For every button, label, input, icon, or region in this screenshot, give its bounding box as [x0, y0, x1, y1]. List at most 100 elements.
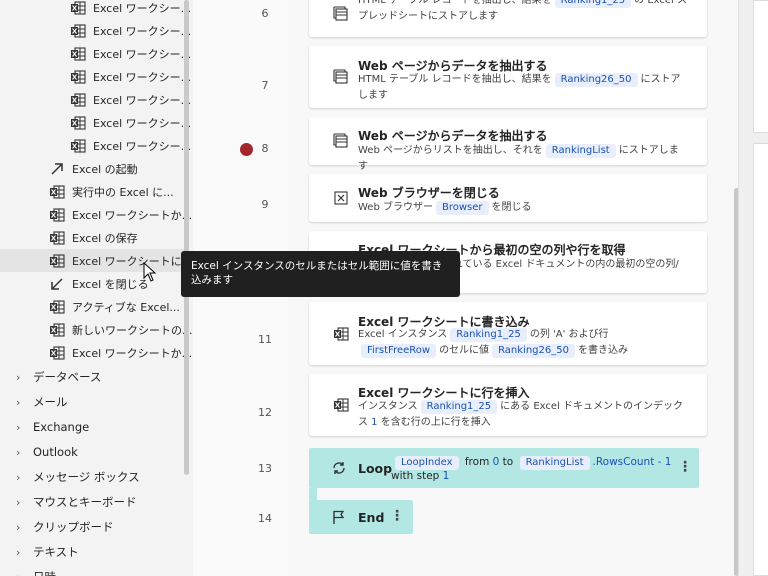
action-item[interactable]: Excel ワークシー... [0, 111, 191, 134]
description-text: を含む行の上に行を挿入 [380, 417, 491, 428]
variable-pill[interactable]: Ranking1_25 [420, 400, 498, 414]
literal-value: 1 [368, 417, 381, 428]
loop-var-pill[interactable]: LoopIndex [395, 456, 459, 470]
action-item[interactable]: Excel ワークシー... [0, 0, 191, 19]
variable-pill[interactable]: Ranking1_25 [554, 0, 632, 8]
action-description: Web ブラウザー Browser を閉じる [358, 200, 688, 216]
action-item[interactable]: アクティブな Excel... [0, 295, 184, 318]
description-text: インスタンス [358, 401, 418, 412]
from-label: from [464, 456, 490, 468]
excel-sheet-icon [70, 92, 86, 108]
excel-sheet-icon [70, 46, 86, 62]
variable-pill[interactable]: Ranking26_50 [492, 344, 575, 358]
breakpoint-marker[interactable] [240, 143, 253, 156]
action-item-label: Excel ワークシー... [93, 24, 192, 38]
category-item[interactable]: › 日時 [0, 565, 185, 576]
line-number: 13 [258, 462, 272, 475]
action-item-label: Excel を閉じる [72, 277, 149, 291]
excel-sheet-icon [333, 326, 349, 342]
chevron-right-icon: › [16, 445, 21, 459]
step-label: with step [391, 470, 440, 482]
variables-pane-card[interactable] [753, 143, 768, 576]
action-card[interactable]: Web ページからデータを抽出する Web ページからリストを抽出し、それを Ran… [309, 117, 707, 172]
category-item[interactable]: › メール [0, 390, 185, 414]
action-title: Web ページからデータを抽出する [358, 129, 548, 143]
more-options-icon[interactable]: ⋮ [678, 459, 692, 475]
variable-pill[interactable]: Ranking1_25 [450, 328, 527, 342]
action-item-label: 実行中の Excel に... [72, 185, 174, 199]
description-text: HTML テーブル レコードを抽出し、結果を [358, 0, 552, 6]
chevron-right-icon: › [16, 571, 28, 576]
variable-pill[interactable]: FirstFreeRow [361, 344, 437, 358]
excel-sheet-icon [70, 23, 86, 39]
action-item[interactable]: Excel の保存 [0, 226, 184, 249]
excel-sheet-icon [70, 138, 86, 154]
excel-sheet-icon [49, 322, 65, 338]
category-item[interactable]: › マウスとキーボード [0, 490, 185, 514]
excel-sheet-icon [333, 397, 349, 413]
excel-sheet-icon [49, 230, 65, 246]
action-description: インスタンス Ranking1_25 にある Excel ドキュメントのインデックス… [358, 399, 688, 431]
more-options-icon[interactable]: ⋮ [390, 508, 404, 524]
action-item[interactable]: 実行中の Excel に... [0, 180, 184, 203]
mouse-cursor-icon [143, 261, 157, 282]
action-card[interactable]: Web ページからデータを抽出する HTML テーブル レコードを抽出し、結果を R… [309, 46, 707, 108]
sidebar-scrollbar[interactable] [184, 0, 189, 475]
excel-sheet-icon [49, 345, 65, 361]
actions-panel: Excel ワークシー... Excel ワークシー... Excel ワークシー.… [0, 0, 193, 576]
action-card[interactable]: Excel ワークシートに書き込み Excel インスタンス Ranking1_25… [309, 302, 707, 365]
loop-action[interactable]: Loop LoopIndex from 0 to RankingList .Row… [309, 448, 699, 488]
variable-pill[interactable]: RankingList [545, 144, 616, 158]
action-item[interactable]: Excel ワークシー... [0, 88, 191, 111]
variable-pill[interactable]: Browser [435, 201, 489, 215]
category-item[interactable]: › Outlook [0, 440, 185, 464]
action-card[interactable]: Excel ワークシートに行を挿入 インスタンス Ranking1_25 にある Ex… [309, 374, 707, 436]
category-label: Outlook [33, 445, 78, 459]
action-item[interactable]: Excel ワークシー... [0, 134, 191, 157]
excel-sheet-icon [49, 253, 65, 269]
action-item[interactable]: Excel ワークシー... [0, 42, 191, 65]
action-item[interactable]: Excel の起動 [0, 157, 184, 180]
description-text: HTML テーブル レコードを抽出し、結果を [358, 74, 552, 85]
action-item[interactable]: 新しいワークシートの... [0, 318, 193, 341]
to-suffix: .RowsCount - 1 [592, 456, 672, 468]
action-item[interactable]: Excel ワークシートか... [0, 203, 192, 226]
action-item-label: Excel の起動 [72, 162, 138, 176]
category-item[interactable]: › Exchange [0, 415, 185, 439]
excel-sheet-icon [70, 115, 86, 131]
chevron-right-icon: › [16, 370, 21, 384]
action-item-label: Excel ワークシートに... [72, 254, 193, 268]
action-item[interactable]: Excel ワークシー... [0, 19, 191, 42]
action-item-label: Excel の保存 [72, 231, 138, 245]
end-action[interactable]: End ⋮ [309, 500, 413, 534]
extract-data-icon [333, 133, 349, 149]
extract-data-icon [333, 5, 349, 22]
category-label: データベース [33, 370, 102, 384]
close-browser-icon [333, 190, 349, 206]
category-label: メール [33, 395, 68, 409]
loop-rail [309, 488, 317, 500]
action-item-label: Excel ワークシー... [93, 70, 192, 84]
end-title: End [358, 510, 385, 525]
action-card[interactable]: HTML テーブル レコードを抽出し、結果を Ranking1_25 の Excel… [309, 0, 707, 37]
loop-icon [331, 460, 347, 476]
action-item[interactable]: Excel ワークシー... [0, 65, 191, 88]
category-item[interactable]: › メッセージ ボックス [0, 465, 185, 489]
action-item[interactable]: Excel ワークシートか... [0, 341, 192, 364]
action-item-label: Excel ワークシー... [93, 1, 192, 15]
extract-data-icon [333, 69, 349, 85]
action-card[interactable]: Web ブラウザーを閉じる Web ブラウザー Browser を閉じる [309, 174, 707, 222]
to-var-pill[interactable]: RankingList [519, 456, 590, 470]
description-text: を閉じる [491, 202, 532, 213]
category-item[interactable]: › クリップボード [0, 515, 185, 539]
category-item[interactable]: › テキスト [0, 540, 185, 564]
variables-pane-card[interactable] [753, 0, 768, 133]
line-number: 11 [258, 333, 272, 346]
category-item[interactable]: › データベース [0, 365, 185, 389]
category-label: Exchange [33, 420, 90, 434]
flag-icon [331, 509, 347, 525]
close-arrow-icon [49, 276, 65, 292]
line-number: 12 [258, 406, 272, 419]
variable-pill[interactable]: Ranking26_50 [554, 73, 638, 87]
excel-sheet-icon [70, 69, 86, 85]
